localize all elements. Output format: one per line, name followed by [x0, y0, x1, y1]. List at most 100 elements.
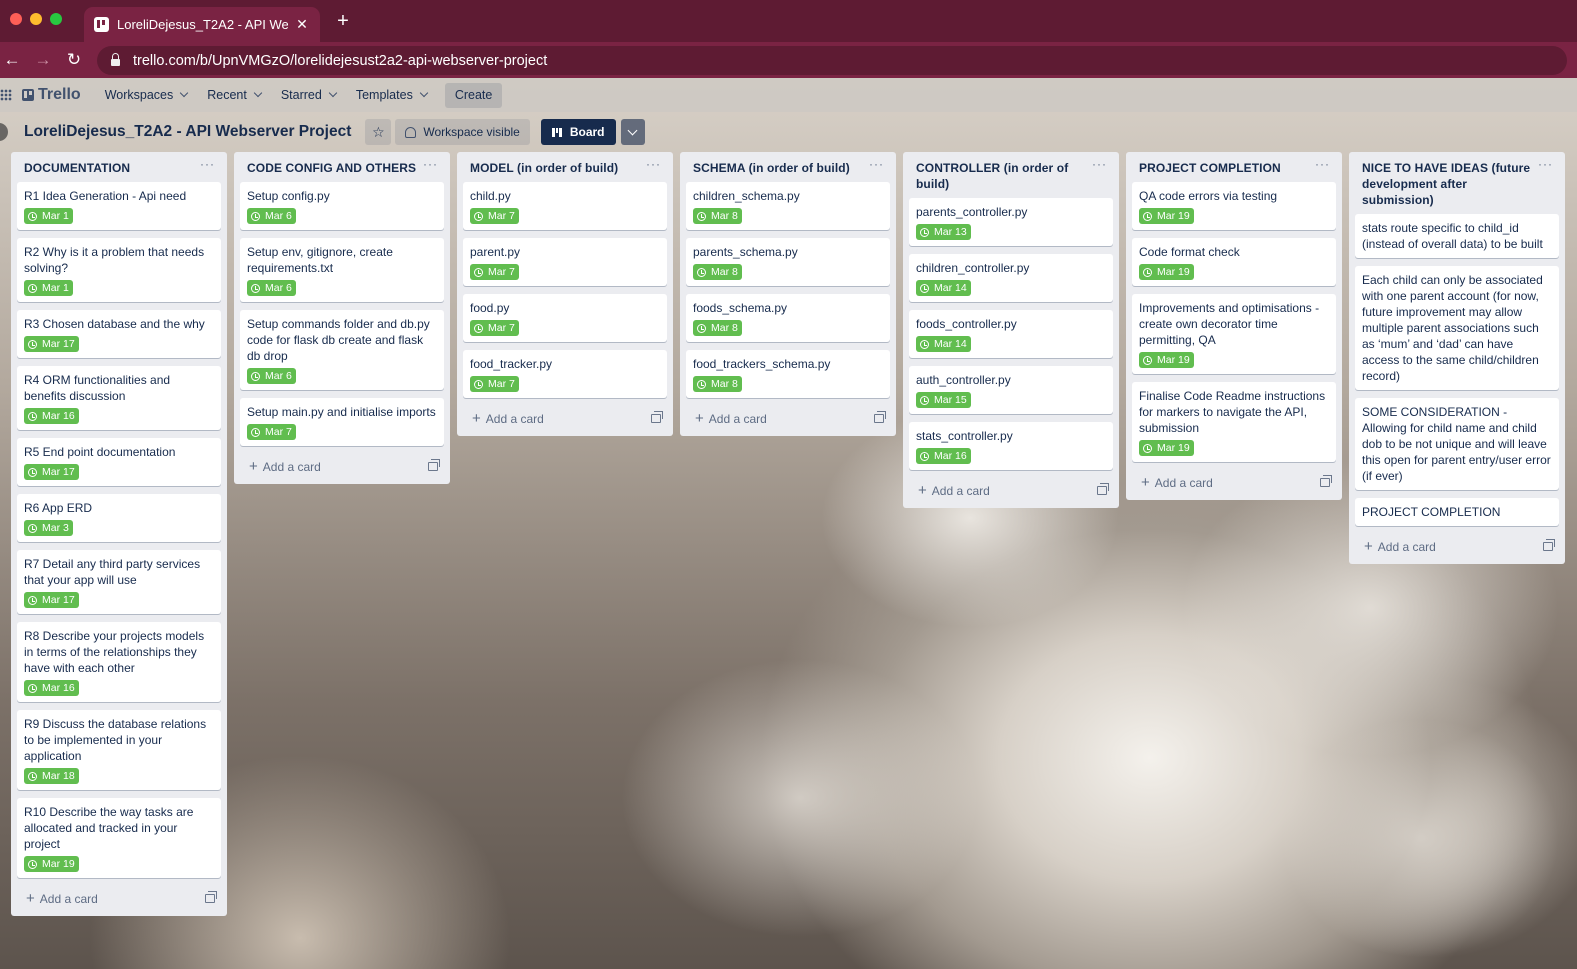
nav-templates[interactable]: Templates — [348, 81, 435, 109]
close-window-button[interactable] — [10, 13, 22, 25]
url-field[interactable]: trello.com/b/UpnVMGzO/lorelidejesust2a2-… — [97, 46, 1567, 75]
star-icon[interactable]: ☆ — [365, 119, 392, 145]
tab-close-icon[interactable]: ✕ — [294, 16, 310, 33]
card[interactable]: R1 Idea Generation - Api need Mar 1 — [17, 182, 221, 230]
card[interactable]: parents_schema.py Mar 8 — [686, 238, 890, 286]
card[interactable]: Setup config.py Mar 6 — [240, 182, 444, 230]
create-from-template-icon[interactable] — [205, 890, 217, 903]
due-date-badge[interactable]: Mar 7 — [470, 208, 519, 224]
due-date-badge[interactable]: Mar 6 — [247, 280, 296, 296]
due-date-badge[interactable]: Mar 8 — [693, 208, 742, 224]
due-date-badge[interactable]: Mar 7 — [470, 264, 519, 280]
app-switcher-icon[interactable] — [0, 89, 12, 101]
list-header[interactable]: CODE CONFIG AND OTHERS ··· — [240, 152, 444, 182]
card[interactable]: parent.py Mar 7 — [463, 238, 667, 286]
card[interactable]: children_schema.py Mar 8 — [686, 182, 890, 230]
due-date-badge[interactable]: Mar 13 — [916, 224, 971, 240]
due-date-badge[interactable]: Mar 6 — [247, 208, 296, 224]
list-menu-icon[interactable]: ··· — [423, 157, 438, 176]
due-date-badge[interactable]: Mar 19 — [24, 856, 79, 872]
card[interactable]: R3 Chosen database and the why Mar 17 — [17, 310, 221, 358]
add-card-button[interactable]: + Add a card — [240, 454, 444, 478]
list-header[interactable]: DOCUMENTATION ··· — [17, 152, 221, 182]
list-header[interactable]: MODEL (in order of build) ··· — [463, 152, 667, 182]
create-from-template-icon[interactable] — [1097, 482, 1109, 495]
card[interactable]: Finalise Code Readme instructions for ma… — [1132, 382, 1336, 462]
card[interactable]: Setup env, gitignore, create requirement… — [240, 238, 444, 302]
due-date-badge[interactable]: Mar 1 — [24, 280, 73, 296]
create-from-template-icon[interactable] — [874, 410, 886, 423]
due-date-badge[interactable]: Mar 8 — [693, 376, 742, 392]
card[interactable]: QA code errors via testing Mar 19 — [1132, 182, 1336, 230]
sidebar-toggle[interactable] — [0, 123, 8, 141]
card[interactable]: R5 End point documentation Mar 17 — [17, 438, 221, 486]
card[interactable]: R2 Why is it a problem that needs solvin… — [17, 238, 221, 302]
list-menu-icon[interactable]: ··· — [869, 157, 884, 176]
due-date-badge[interactable]: Mar 17 — [24, 592, 79, 608]
due-date-badge[interactable]: Mar 15 — [916, 392, 971, 408]
nav-starred[interactable]: Starred — [273, 81, 344, 109]
minimize-window-button[interactable] — [30, 13, 42, 25]
card[interactable]: food_trackers_schema.py Mar 8 — [686, 350, 890, 398]
forward-arrow-icon[interactable]: → — [33, 50, 53, 70]
card[interactable]: auth_controller.py Mar 15 — [909, 366, 1113, 414]
card[interactable]: foods_schema.py Mar 8 — [686, 294, 890, 342]
board-view-button[interactable]: Board — [540, 119, 616, 145]
card[interactable]: Improvements and optimisations - create … — [1132, 294, 1336, 374]
list-menu-icon[interactable]: ··· — [200, 157, 215, 176]
list-header[interactable]: SCHEMA (in order of build) ··· — [686, 152, 890, 182]
card[interactable]: food_tracker.py Mar 7 — [463, 350, 667, 398]
due-date-badge[interactable]: Mar 8 — [693, 320, 742, 336]
card[interactable]: R7 Detail any third party services that … — [17, 550, 221, 614]
due-date-badge[interactable]: Mar 14 — [916, 280, 971, 296]
due-date-badge[interactable]: Mar 19 — [1139, 440, 1194, 456]
card[interactable]: R10 Describe the way tasks are allocated… — [17, 798, 221, 878]
card[interactable]: stats route specific to child_id (instea… — [1355, 214, 1559, 258]
card[interactable]: Code format check Mar 19 — [1132, 238, 1336, 286]
add-card-button[interactable]: + Add a card — [1132, 470, 1336, 494]
card[interactable]: Setup commands folder and db.py code for… — [240, 310, 444, 390]
maximize-window-button[interactable] — [50, 13, 62, 25]
card[interactable]: Each child can only be associated with o… — [1355, 266, 1559, 390]
list-menu-icon[interactable]: ··· — [646, 157, 661, 176]
card[interactable]: children_controller.py Mar 14 — [909, 254, 1113, 302]
create-button[interactable]: Create — [444, 82, 503, 108]
reload-icon[interactable]: ↻ — [64, 50, 84, 70]
card[interactable]: parents_controller.py Mar 13 — [909, 198, 1113, 246]
trello-logo[interactable]: Trello — [22, 86, 81, 104]
add-card-button[interactable]: + Add a card — [1355, 534, 1559, 558]
back-arrow-icon[interactable]: ← — [2, 50, 22, 70]
list-header[interactable]: CONTROLLER (in order of build) ··· — [909, 152, 1113, 198]
card[interactable]: foods_controller.py Mar 14 — [909, 310, 1113, 358]
add-card-button[interactable]: + Add a card — [17, 886, 221, 910]
card[interactable]: R4 ORM functionalities and benefits disc… — [17, 366, 221, 430]
list-header[interactable]: PROJECT COMPLETION ··· — [1132, 152, 1336, 182]
card[interactable]: R8 Describe your projects models in term… — [17, 622, 221, 702]
workspace-visible-button[interactable]: Workspace visible — [395, 119, 530, 145]
card[interactable]: food.py Mar 7 — [463, 294, 667, 342]
nav-recent[interactable]: Recent — [199, 81, 269, 109]
create-from-template-icon[interactable] — [651, 410, 663, 423]
due-date-badge[interactable]: Mar 16 — [916, 448, 971, 464]
card[interactable]: PROJECT COMPLETION — [1355, 498, 1559, 526]
due-date-badge[interactable]: Mar 19 — [1139, 352, 1194, 368]
card[interactable]: R9 Discuss the database relations to be … — [17, 710, 221, 790]
card[interactable]: SOME CONSIDERATION - Allowing for child … — [1355, 398, 1559, 490]
card[interactable]: child.py Mar 7 — [463, 182, 667, 230]
board-title[interactable]: LoreliDejesus_T2A2 - API Webserver Proje… — [24, 123, 351, 141]
card[interactable]: Setup main.py and initialise imports Mar… — [240, 398, 444, 446]
due-date-badge[interactable]: Mar 3 — [24, 520, 73, 536]
due-date-badge[interactable]: Mar 16 — [24, 408, 79, 424]
due-date-badge[interactable]: Mar 8 — [693, 264, 742, 280]
create-from-template-icon[interactable] — [1320, 474, 1332, 487]
due-date-badge[interactable]: Mar 6 — [247, 368, 296, 384]
due-date-badge[interactable]: Mar 16 — [24, 680, 79, 696]
card[interactable]: stats_controller.py Mar 16 — [909, 422, 1113, 470]
card[interactable]: R6 App ERD Mar 3 — [17, 494, 221, 542]
nav-workspaces[interactable]: Workspaces — [97, 81, 196, 109]
create-from-template-icon[interactable] — [428, 458, 440, 471]
due-date-badge[interactable]: Mar 7 — [470, 376, 519, 392]
add-card-button[interactable]: + Add a card — [463, 406, 667, 430]
list-menu-icon[interactable]: ··· — [1092, 157, 1107, 192]
due-date-badge[interactable]: Mar 14 — [916, 336, 971, 352]
